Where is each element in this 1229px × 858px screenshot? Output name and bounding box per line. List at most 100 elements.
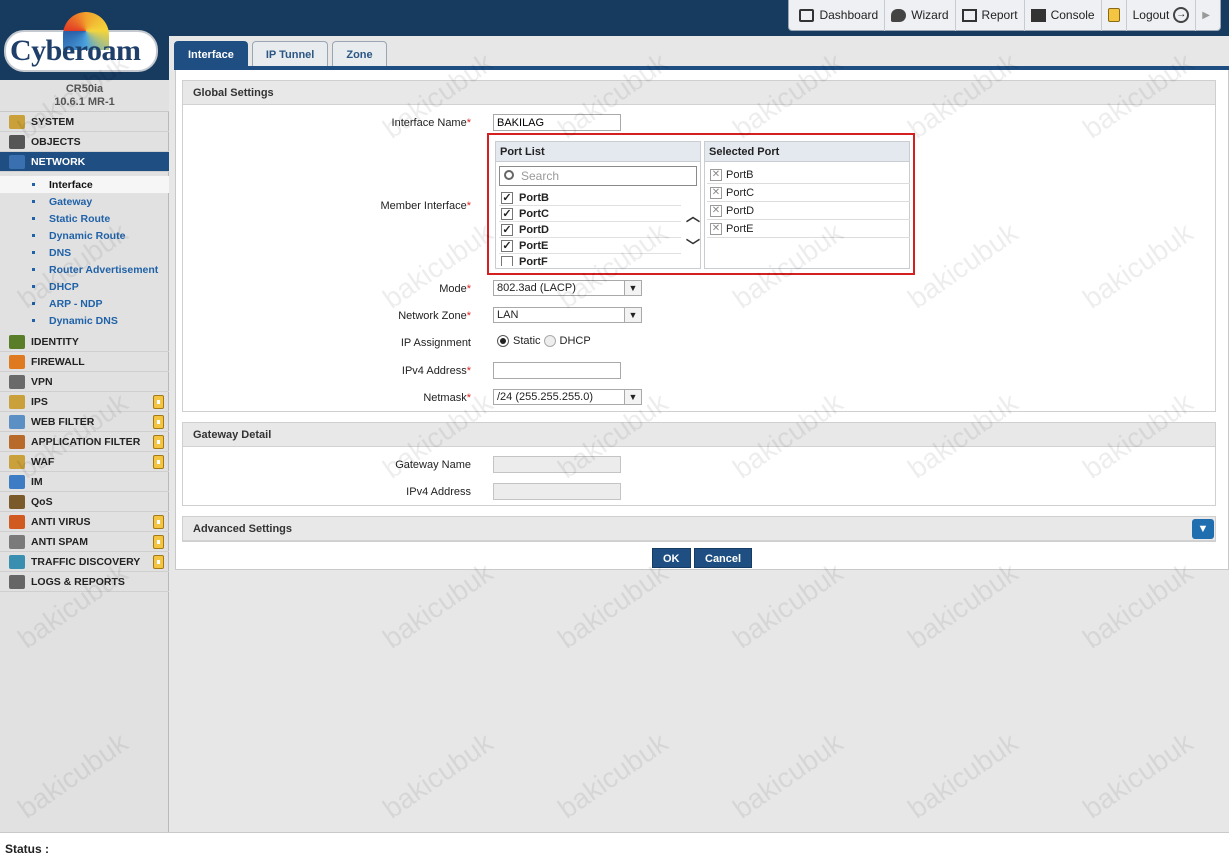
sidebar-item-system[interactable]: SYSTEM — [0, 112, 169, 132]
system-icon — [9, 114, 25, 129]
mode-value: 802.3ad (LACP) — [497, 282, 576, 294]
network-zone-select[interactable]: LAN ▼ — [493, 307, 642, 323]
static-radio[interactable] — [497, 335, 509, 347]
identity-icon — [9, 334, 25, 349]
checkbox-icon[interactable]: ✓ — [501, 239, 513, 252]
sidebar-subitem-router-advertisement[interactable]: Router Advertisement — [0, 261, 169, 278]
port-list-item[interactable]: PortF — [499, 254, 681, 266]
cancel-button[interactable]: Cancel — [694, 548, 753, 568]
dhcp-label: DHCP — [559, 335, 591, 347]
mode-select[interactable]: 802.3ad (LACP) ▼ — [493, 280, 642, 296]
sidebar-item-network[interactable]: NETWORK — [0, 152, 169, 172]
checkbox-icon[interactable]: ✓ — [501, 223, 513, 236]
port-list-item[interactable]: ✓ PortD — [499, 222, 681, 238]
mode-label: Mode* — [439, 283, 471, 295]
sidebar-item-objects[interactable]: OBJECTS — [0, 132, 169, 152]
selected-port-item: ✕ PortB — [707, 166, 910, 184]
scroll-up-icon[interactable]: ︿ — [686, 206, 700, 226]
sidebar-item-identity[interactable]: IDENTITY — [0, 332, 169, 352]
sidebar-item-application-filter[interactable]: APPLICATION FILTER — [0, 432, 169, 452]
expand-advanced-button[interactable]: ▼ — [1192, 519, 1214, 539]
port-list-item[interactable]: ✓ PortC — [499, 206, 681, 222]
device-info: CR50ia 10.6.1 MR-1 — [0, 80, 169, 112]
lock-button[interactable] — [1102, 0, 1127, 31]
member-interface-label: Member Interface* — [380, 200, 471, 212]
watermark-text: bakicubuk — [727, 556, 849, 655]
ipv4-address-label: IPv4 Address* — [401, 365, 471, 377]
sidebar-subitem-dynamic-route[interactable]: Dynamic Route — [0, 227, 169, 244]
tab-ip-tunnel[interactable]: IP Tunnel — [251, 41, 329, 67]
netmask-label: Netmask* — [423, 392, 471, 404]
bullet-icon — [32, 302, 35, 305]
remove-icon[interactable]: ✕ — [710, 222, 722, 235]
sidebar-subitem-dns[interactable]: DNS — [0, 244, 169, 261]
sidebar-item-vpn[interactable]: VPN — [0, 372, 169, 392]
report-link[interactable]: Report — [956, 0, 1025, 31]
port-search-input[interactable]: Search — [499, 166, 697, 186]
remove-icon[interactable]: ✕ — [710, 168, 722, 181]
sidebar-item-label: WEB FILTER — [31, 415, 95, 428]
selected-port-name: PortE — [726, 222, 754, 235]
checkbox-icon[interactable] — [501, 255, 513, 266]
sidebar-subitem-static-route[interactable]: Static Route — [0, 210, 169, 227]
console-link[interactable]: Console — [1025, 0, 1102, 31]
tab-zone[interactable]: Zone — [332, 41, 387, 67]
gateway-name-input[interactable] — [493, 456, 621, 473]
web-filter-icon — [9, 414, 25, 429]
sidebar-item-label: TRAFFIC DISCOVERY — [31, 555, 141, 568]
sidebar-item-qos[interactable]: QoS — [0, 492, 169, 512]
sidebar-subitem-dhcp[interactable]: DHCP — [0, 278, 169, 295]
tab-interface[interactable]: Interface — [174, 41, 248, 67]
advanced-settings-section[interactable]: Advanced Settings ▼ — [182, 516, 1216, 542]
network-zone-row: Network Zone* LAN ▼ — [183, 307, 1217, 327]
sidebar-subitem-gateway[interactable]: Gateway — [0, 193, 169, 210]
dashboard-link[interactable]: Dashboard — [793, 0, 886, 31]
sidebar-item-label: ANTI SPAM — [31, 535, 88, 548]
checkbox-icon[interactable]: ✓ — [501, 191, 513, 204]
netmask-select[interactable]: /24 (255.255.255.0) ▼ — [493, 389, 642, 405]
remove-icon[interactable]: ✕ — [710, 186, 722, 199]
sidebar-item-anti-spam[interactable]: ANTI SPAM — [0, 532, 169, 552]
gateway-ipv4-input[interactable] — [493, 483, 621, 500]
ip-assignment-label: IP Assignment — [400, 337, 471, 349]
dhcp-radio[interactable] — [543, 335, 556, 347]
ips-icon — [9, 394, 25, 409]
advanced-settings-title: Advanced Settings — [183, 517, 1215, 541]
port-list-item[interactable]: ✓ PortB — [499, 190, 681, 206]
ip-assignment-row: IP Assignment Static DHCP — [183, 334, 1217, 354]
sidebar-item-logs-reports[interactable]: LOGS & REPORTS — [0, 572, 169, 592]
sidebar-item-traffic-discovery[interactable]: TRAFFIC DISCOVERY — [0, 552, 169, 572]
sidebar-item-web-filter[interactable]: WEB FILTER — [0, 412, 169, 432]
expand-arrow-button[interactable]: ▶ — [1196, 0, 1216, 31]
sidebar-subitem-label: DHCP — [49, 280, 79, 293]
interface-name-input[interactable] — [493, 114, 621, 131]
anti-spam-icon — [9, 534, 25, 549]
static-label: Static — [513, 335, 541, 347]
sidebar-item-firewall[interactable]: FIREWALL — [0, 352, 169, 372]
sidebar-subitem-dynamic-dns[interactable]: Dynamic DNS — [0, 312, 169, 329]
sidebar-item-waf[interactable]: WAF — [0, 452, 169, 472]
sidebar-item-im[interactable]: IM — [0, 472, 169, 492]
sidebar-subitem-arp-ndp[interactable]: ARP - NDP — [0, 295, 169, 312]
firmware-version: 10.6.1 MR-1 — [54, 96, 115, 108]
sidebar-item-label: LOGS & REPORTS — [31, 575, 125, 588]
chevron-down-icon: ▼ — [624, 308, 641, 322]
wizard-link[interactable]: Wizard — [885, 0, 956, 31]
checkbox-icon[interactable]: ✓ — [501, 207, 513, 220]
port-name: PortC — [519, 207, 549, 220]
sidebar-subitem-interface[interactable]: Interface — [0, 176, 169, 193]
watermark-text: bakicubuk — [552, 556, 674, 655]
netmask-value: /24 (255.255.255.0) — [497, 391, 594, 403]
port-list-item[interactable]: ✓ PortE — [499, 238, 681, 254]
ipv4-address-input[interactable] — [493, 362, 621, 379]
global-settings-title: Global Settings — [183, 81, 1215, 105]
license-lock-icon — [153, 555, 164, 569]
remove-icon[interactable]: ✕ — [710, 204, 722, 217]
sidebar-item-ips[interactable]: IPS — [0, 392, 169, 412]
scroll-down-icon[interactable]: ﹀ — [686, 236, 700, 256]
member-interface-box: Port List Search ✓ PortB ✓ PortC ✓ PortD ✓ Port… — [487, 133, 915, 275]
logout-link[interactable]: Logout → — [1127, 0, 1197, 31]
watermark-text: bakicubuk — [902, 726, 1024, 825]
ok-button[interactable]: OK — [652, 548, 691, 568]
sidebar-item-anti-virus[interactable]: ANTI VIRUS — [0, 512, 169, 532]
